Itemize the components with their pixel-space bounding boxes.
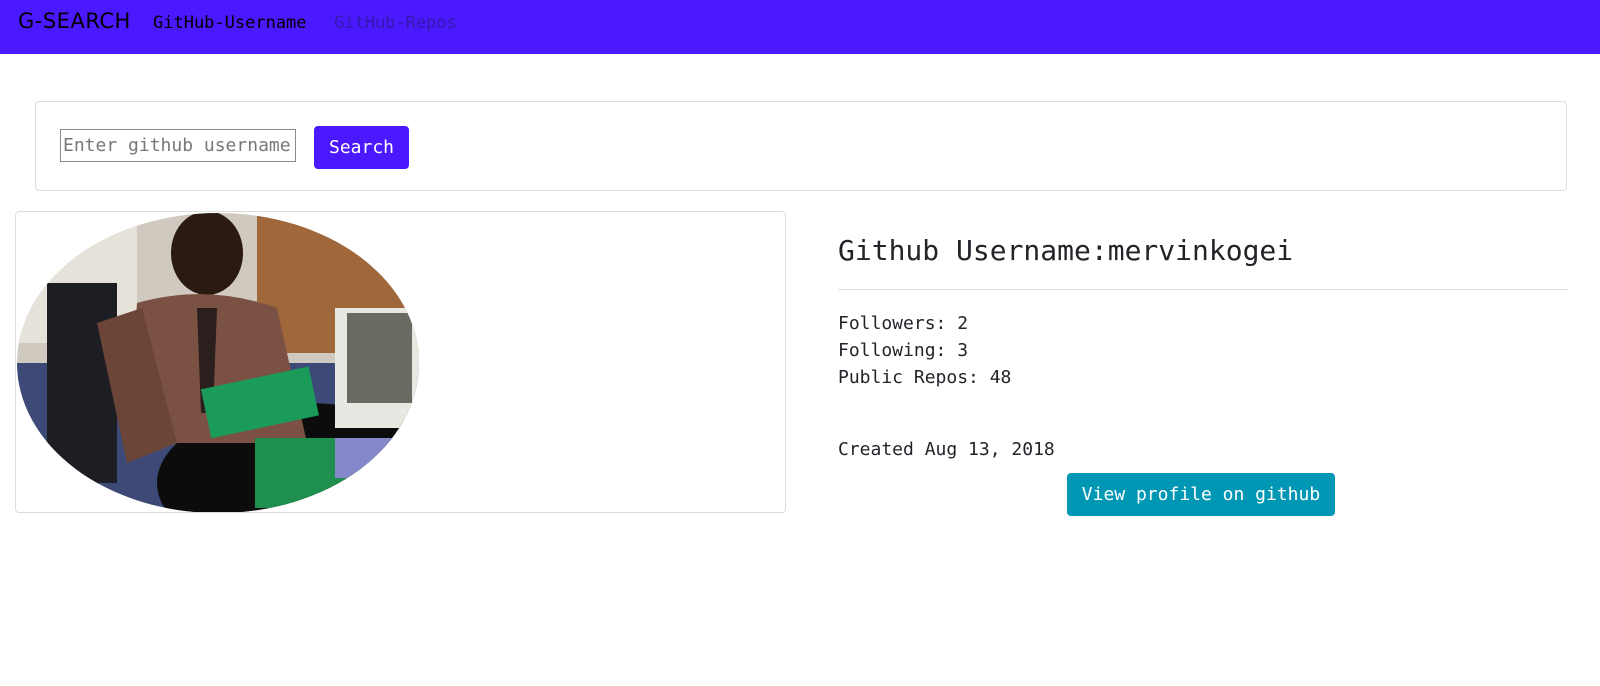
username-heading: Github Username:mervinkogei — [838, 234, 1294, 267]
username-search-input[interactable] — [60, 129, 296, 162]
following-count: Following: 3 — [838, 340, 969, 361]
followers-count: Followers: 2 — [838, 313, 969, 334]
divider — [838, 289, 1568, 290]
view-profile-button[interactable]: View profile on github — [1067, 473, 1335, 516]
profile-info: Github Username:mervinkogei Followers: 2… — [838, 230, 1568, 516]
profile-stats: Followers: 2 Following: 3 Public Repos: … — [838, 310, 1568, 391]
avatar — [17, 213, 419, 512]
public-repos-count: Public Repos: 48 — [838, 367, 1012, 388]
brand-logo[interactable]: G-SEARCH — [18, 9, 131, 33]
created-date: Created Aug 13, 2018 — [838, 439, 1055, 460]
search-card: Search — [35, 101, 1567, 191]
search-button[interactable]: Search — [314, 126, 409, 169]
nav-link-github-repos[interactable]: GitHub-Repos — [334, 13, 457, 33]
nav-link-github-username[interactable]: GitHub-Username — [153, 13, 307, 33]
navbar: G-SEARCH GitHub-Username GitHub-Repos — [0, 0, 1600, 54]
avatar-card — [15, 211, 786, 513]
